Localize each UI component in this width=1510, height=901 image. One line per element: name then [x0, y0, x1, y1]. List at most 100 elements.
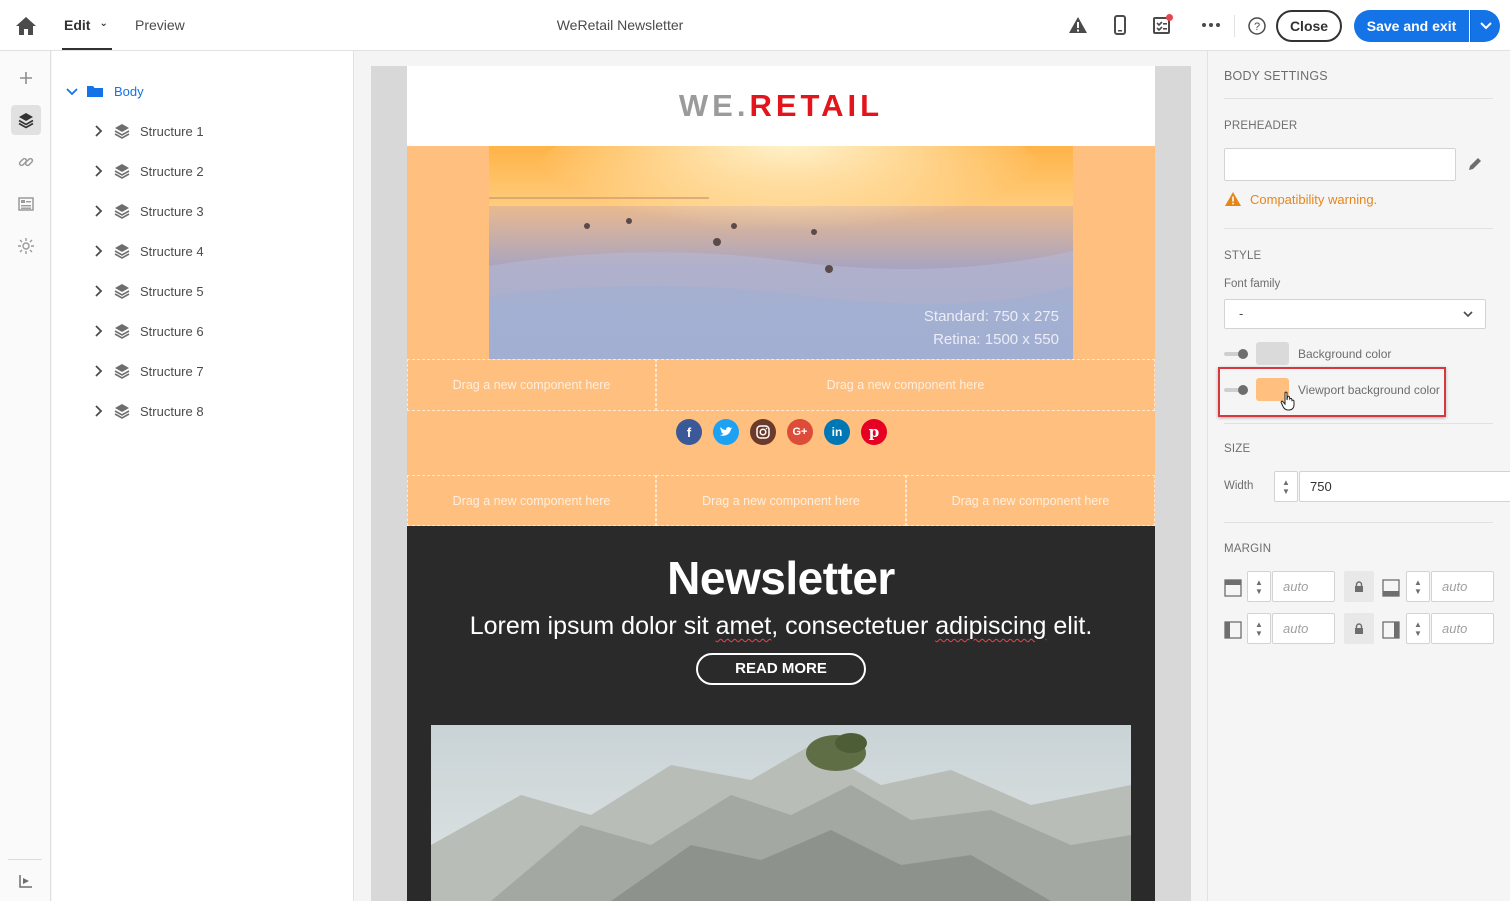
margin-top-stepper[interactable]: ▲ ▼ — [1247, 571, 1271, 602]
stepper-up-icon[interactable]: ▲ — [1255, 620, 1263, 629]
newsletter-subtitle[interactable]: Lorem ipsum dolor sit amet, consectetuer… — [407, 612, 1155, 641]
facebook-icon[interactable]: f — [676, 419, 702, 445]
viewport-background-label: Viewport background color — [1298, 383, 1440, 397]
image-dimensions-hint: Standard: 750 x 275 Retina: 1500 x 550 — [924, 305, 1059, 351]
background-color-toggle[interactable] — [1224, 349, 1248, 359]
size-heading: SIZE — [1224, 443, 1251, 455]
twitter-icon[interactable] — [713, 419, 739, 445]
linkedin-icon[interactable]: in — [824, 419, 850, 445]
stepper-down-icon[interactable]: ▼ — [1255, 587, 1263, 596]
background-color-swatch[interactable] — [1256, 342, 1289, 365]
home-icon[interactable] — [14, 15, 38, 37]
width-stepper[interactable]: ▲ ▼ — [1274, 471, 1298, 502]
margin-bottom-stepper[interactable]: ▲ ▼ — [1406, 571, 1430, 602]
margin-lock-button[interactable] — [1344, 613, 1374, 644]
tree-item-structure[interactable]: Structure 2 — [94, 159, 204, 183]
preheader-input[interactable] — [1224, 148, 1456, 181]
tree-item-structure[interactable]: Structure 3 — [94, 199, 204, 223]
pencil-icon[interactable] — [1466, 155, 1484, 173]
add-component-button[interactable] — [11, 63, 41, 93]
mobile-icon[interactable] — [1109, 14, 1131, 36]
chevron-down-icon[interactable] — [66, 85, 78, 97]
component-dropzone[interactable]: Drag a new component here — [407, 475, 656, 526]
more-icon[interactable] — [1200, 14, 1222, 36]
structure-settings-button[interactable] — [11, 866, 41, 896]
margin-left-stepper[interactable]: ▲ ▼ — [1247, 613, 1271, 644]
links-button[interactable] — [11, 147, 41, 177]
margin-right-stepper[interactable]: ▲ ▼ — [1406, 613, 1430, 644]
chevron-right-icon[interactable] — [94, 245, 104, 257]
margin-bottom-input[interactable]: auto — [1431, 571, 1494, 602]
logo-section[interactable]: WE.RETAIL — [407, 66, 1155, 146]
stepper-down-icon[interactable]: ▼ — [1282, 487, 1290, 496]
viewport-background-toggle[interactable] — [1224, 385, 1248, 395]
tree-item-body[interactable]: Body — [66, 79, 144, 103]
tree-item-structure[interactable]: Structure 8 — [94, 399, 204, 423]
chevron-right-icon[interactable] — [94, 165, 104, 177]
newsletter-section[interactable]: Newsletter Lorem ipsum dolor sit amet, c… — [407, 526, 1155, 901]
fragments-button[interactable] — [11, 231, 41, 261]
tab-edit[interactable]: Edit ⌄ — [64, 0, 108, 51]
chevron-right-icon[interactable] — [94, 365, 104, 377]
active-tab-indicator — [62, 48, 112, 50]
stepper-up-icon[interactable]: ▲ — [1255, 578, 1263, 587]
divider — [1234, 15, 1235, 37]
stepper-down-icon[interactable]: ▼ — [1414, 629, 1422, 638]
help-icon[interactable]: ? — [1246, 15, 1268, 37]
font-family-select[interactable]: - — [1224, 299, 1486, 329]
newsletter-title[interactable]: Newsletter — [407, 551, 1155, 605]
component-dropzone[interactable]: Drag a new component here — [656, 359, 1155, 411]
stepper-up-icon[interactable]: ▲ — [1414, 620, 1422, 629]
tree-item-structure[interactable]: Structure 6 — [94, 319, 204, 343]
stepper-down-icon[interactable]: ▼ — [1414, 587, 1422, 596]
layers-icon — [114, 324, 130, 339]
warning-icon[interactable] — [1067, 14, 1089, 36]
chevron-right-icon[interactable] — [94, 125, 104, 137]
document-title: WeRetail Newsletter — [556, 17, 684, 33]
chevron-right-icon[interactable] — [94, 325, 104, 337]
margin-left-input[interactable]: auto — [1272, 613, 1335, 644]
email-body[interactable]: WE.RETAIL Standard: 750 x 275 Retina: 15… — [407, 66, 1155, 901]
email-canvas: WE.RETAIL Standard: 750 x 275 Retina: 15… — [355, 51, 1207, 901]
margin-right-input[interactable]: auto — [1431, 613, 1494, 644]
close-button[interactable]: Close — [1276, 10, 1342, 42]
subtitle-text: elit. — [1046, 612, 1093, 640]
tree-item-structure[interactable]: Structure 4 — [94, 239, 204, 263]
compatibility-warning[interactable]: Compatibility warning. — [1224, 191, 1377, 207]
chevron-right-icon[interactable] — [94, 205, 104, 217]
save-options-button[interactable] — [1470, 10, 1500, 42]
font-family-value: - — [1239, 306, 1244, 321]
dropzone-label: Drag a new component here — [452, 493, 611, 508]
margin-lock-button[interactable] — [1344, 571, 1374, 602]
tab-preview[interactable]: Preview — [135, 0, 185, 51]
navigation-tree-button[interactable] — [11, 105, 41, 135]
stepper-up-icon[interactable]: ▲ — [1282, 478, 1290, 487]
tree-item-label: Structure 7 — [140, 363, 204, 379]
pinterest-icon[interactable]: p — [861, 419, 887, 445]
mountain-photo-image — [431, 725, 1131, 901]
tree-item-structure[interactable]: Structure 7 — [94, 359, 204, 383]
component-dropzone[interactable]: Drag a new component here — [407, 359, 656, 411]
google-plus-icon[interactable]: G+ — [787, 419, 813, 445]
margin-top-icon — [1224, 579, 1242, 597]
tree-item-structure[interactable]: Structure 5 — [94, 279, 204, 303]
save-and-exit-button[interactable]: Save and exit — [1354, 10, 1469, 42]
read-more-button[interactable]: READ MORE — [696, 653, 866, 685]
rocky-mountain-image[interactable] — [431, 725, 1131, 901]
chevron-right-icon[interactable] — [94, 285, 104, 297]
component-dropzone[interactable]: Drag a new component here — [906, 475, 1155, 526]
instagram-icon[interactable] — [750, 419, 776, 445]
width-input[interactable]: 750 — [1299, 471, 1510, 502]
chevron-right-icon[interactable] — [94, 405, 104, 417]
stepper-up-icon[interactable]: ▲ — [1414, 578, 1422, 587]
assets-button[interactable] — [11, 189, 41, 219]
chevron-down-icon[interactable]: ⌄ — [99, 0, 107, 49]
margin-top-input[interactable]: auto — [1272, 571, 1335, 602]
component-dropzone[interactable]: Drag a new component here — [656, 475, 906, 526]
rail-divider — [8, 859, 42, 860]
hero-image[interactable]: Standard: 750 x 275 Retina: 1500 x 550 — [489, 146, 1073, 359]
stepper-down-icon[interactable]: ▼ — [1255, 629, 1263, 638]
hand-cursor-icon — [1280, 391, 1295, 411]
tree-item-structure[interactable]: Structure 1 — [94, 119, 204, 143]
email-viewport[interactable]: WE.RETAIL Standard: 750 x 275 Retina: 15… — [371, 66, 1191, 901]
